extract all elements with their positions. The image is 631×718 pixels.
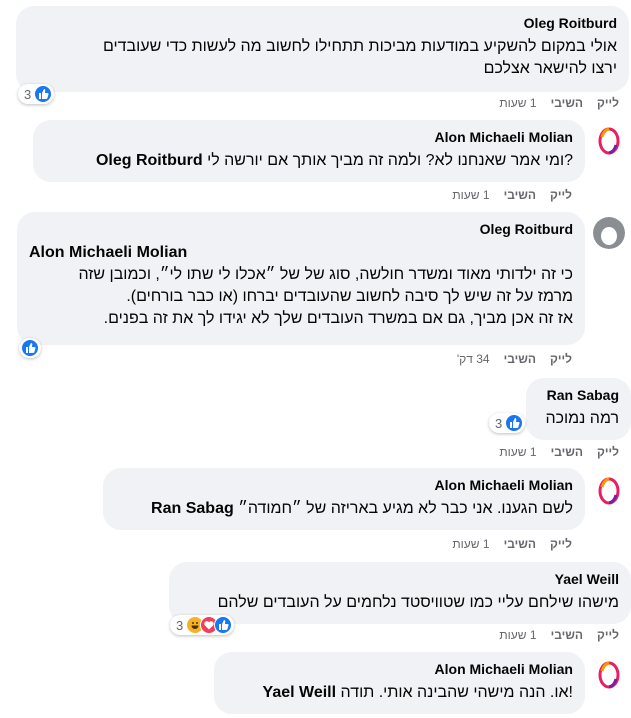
comment-bubble: Yael Weill מישהו שילחם עליי כמו שטוויסטד… <box>169 562 631 624</box>
comment-text-body: ?ומי אמר שאנחנו לא? ולמה זה מביך אותך אם… <box>207 152 573 169</box>
reaction-count: 3 <box>495 415 503 431</box>
comment-author[interactable]: Alon Michaeli Molian <box>45 128 573 146</box>
comment-actions: לייק השיבי 1 שעות <box>499 445 619 459</box>
like-action[interactable]: לייק <box>597 628 619 642</box>
comment-bubble: Ran Sabag רמה נמוכה <box>526 378 631 440</box>
comment-actions: לייק השיבי 1 שעות <box>499 628 619 642</box>
comment-text: !או. הנה מישהי שהבינה אותי. תודה Yael We… <box>226 682 573 704</box>
avatar[interactable] <box>593 125 625 157</box>
comment-author[interactable]: Alon Michaeli Molian <box>115 476 573 494</box>
like-icon <box>214 616 233 634</box>
like-icon <box>505 414 524 432</box>
like-icon <box>34 85 53 103</box>
comment-bubble: Alon Michaeli Molian !או. הנה מישהי שהבי… <box>214 652 585 714</box>
comment-actions: לייק השיבי 34 דק' <box>457 352 572 366</box>
comment-time[interactable]: 34 דק' <box>457 352 490 366</box>
mention-tag[interactable]: Yael Weill <box>263 684 337 701</box>
avatar[interactable] <box>593 659 625 691</box>
reply-action[interactable]: השיבי <box>551 96 583 110</box>
comment-bubble: Alon Michaeli Molian לשם הגענו. אני כבר … <box>103 468 585 530</box>
reaction-summary[interactable]: 3 <box>170 615 235 635</box>
comment-author[interactable]: Ran Sabag <box>538 386 619 404</box>
comment-author[interactable]: Alon Michaeli Molian <box>226 660 573 678</box>
comment-bubble: Alon Michaeli Molian ?ומי אמר שאנחנו לא?… <box>33 120 585 182</box>
comment-text: רמה נמוכה <box>545 410 619 427</box>
comment-text: מרמז על זה שיש לך סיבה לחשוב שהעובדים יב… <box>126 288 573 305</box>
reaction-summary[interactable]: 3 <box>489 413 526 433</box>
comment-actions: לייק השיבי 1 שעות <box>452 537 572 551</box>
reply-action[interactable]: השיבי <box>504 537 536 551</box>
comment-text-body: לשם הגענו. אני כבר לא מגיע באריזה של ״חמ… <box>238 500 573 517</box>
like-action[interactable]: לייק <box>597 96 619 110</box>
mention-tag[interactable]: Oleg Roitburd <box>96 152 203 169</box>
reply-action[interactable]: השיבי <box>551 628 583 642</box>
reaction-count: 3 <box>176 617 184 633</box>
comment-bubble: Oleg Roitburd Alon Michaeli Molian כי זה… <box>17 212 585 345</box>
comment-author[interactable]: Oleg Roitburd <box>28 14 617 32</box>
like-action[interactable]: לייק <box>550 537 572 551</box>
like-action[interactable]: לייק <box>550 352 572 366</box>
comment-time[interactable]: 1 שעות <box>452 188 489 202</box>
comment-text: ירצו להישאר אצלכם <box>483 60 617 77</box>
reaction-count: 3 <box>24 86 32 102</box>
comment-text: כי זה ילדותי מאוד ומשדר חולשה, סוג של של… <box>78 266 573 283</box>
comment-time[interactable]: 1 שעות <box>452 537 489 551</box>
comment-text-body: !או. הנה מישהי שהבינה אותי. תודה <box>340 684 573 701</box>
reply-action[interactable]: השיבי <box>504 352 536 366</box>
like-action[interactable]: לייק <box>550 188 572 202</box>
comment-time[interactable]: 1 שעות <box>499 96 536 110</box>
comment-text: אז זה אכן מביך, גם אם במשרד העובדים שלך … <box>103 310 573 327</box>
avatar[interactable] <box>593 217 625 249</box>
like-icon <box>21 339 39 357</box>
comment-actions: לייק השיבי 1 שעות <box>499 96 619 110</box>
comment-text: לשם הגענו. אני כבר לא מגיע באריזה של ״חמ… <box>115 498 573 520</box>
comment-author[interactable]: Yael Weill <box>181 570 619 588</box>
reply-action[interactable]: השיבי <box>504 188 536 202</box>
comment-text: ?ומי אמר שאנחנו לא? ולמה זה מביך אותך אם… <box>45 150 573 172</box>
comment-author[interactable]: Oleg Roitburd <box>29 220 573 238</box>
comment-bubble: Oleg Roitburd אולי במקום להשקיע במודעות … <box>16 6 629 92</box>
comment-text: אולי במקום להשקיע במודעות מביכות תתחילו … <box>102 38 617 55</box>
mention-tag[interactable]: Alon Michaeli Molian <box>29 242 573 264</box>
reply-action[interactable]: השיבי <box>551 445 583 459</box>
avatar[interactable] <box>593 475 625 507</box>
reaction-summary[interactable] <box>19 338 41 358</box>
reaction-summary[interactable]: 3 <box>18 84 55 104</box>
mention-tag[interactable]: Ran Sabag <box>151 500 234 517</box>
comment-time[interactable]: 1 שעות <box>499 628 536 642</box>
like-action[interactable]: לייק <box>597 445 619 459</box>
comment-actions: לייק השיבי 1 שעות <box>452 188 572 202</box>
comment-text: מישהו שילחם עליי כמו שטוויסטד נלחמים על … <box>217 594 619 611</box>
comment-time[interactable]: 1 שעות <box>499 445 536 459</box>
